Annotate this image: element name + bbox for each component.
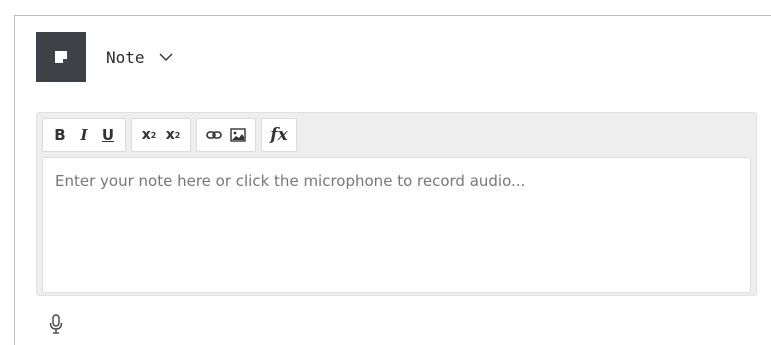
note-type-label[interactable]: Note xyxy=(106,48,145,67)
chevron-down-icon[interactable] xyxy=(159,53,173,61)
underline-button[interactable]: U xyxy=(97,122,119,148)
formula-button[interactable]: fx xyxy=(268,122,290,148)
superscript-button[interactable]: x2 xyxy=(138,122,160,148)
superscript-exp: 2 xyxy=(150,130,157,140)
subscript-button[interactable]: x2 xyxy=(162,122,184,148)
microphone-button[interactable] xyxy=(47,313,65,335)
format-group: B I U xyxy=(42,118,126,152)
microphone-icon xyxy=(49,314,63,334)
editor-toolbar: B I U x2 x2 fx xyxy=(42,118,297,152)
note-header: Note xyxy=(36,32,173,82)
subscript-base: x xyxy=(165,127,175,143)
image-icon xyxy=(230,128,246,142)
formula-group: fx xyxy=(261,118,297,152)
subscript-exp: 2 xyxy=(174,130,181,140)
image-button[interactable] xyxy=(227,122,249,148)
script-group: x2 x2 xyxy=(131,118,191,152)
italic-button[interactable]: I xyxy=(73,122,95,148)
insert-group xyxy=(196,118,256,152)
link-icon xyxy=(206,131,222,139)
sticky-note-icon xyxy=(55,51,67,63)
superscript-base: x xyxy=(141,127,151,143)
rich-text-editor: B I U x2 x2 fx Enter your note here or c… xyxy=(36,112,757,296)
note-type-tile xyxy=(36,32,86,82)
note-text-area[interactable]: Enter your note here or click the microp… xyxy=(42,157,751,293)
link-button[interactable] xyxy=(203,122,225,148)
bold-button[interactable]: B xyxy=(49,122,71,148)
